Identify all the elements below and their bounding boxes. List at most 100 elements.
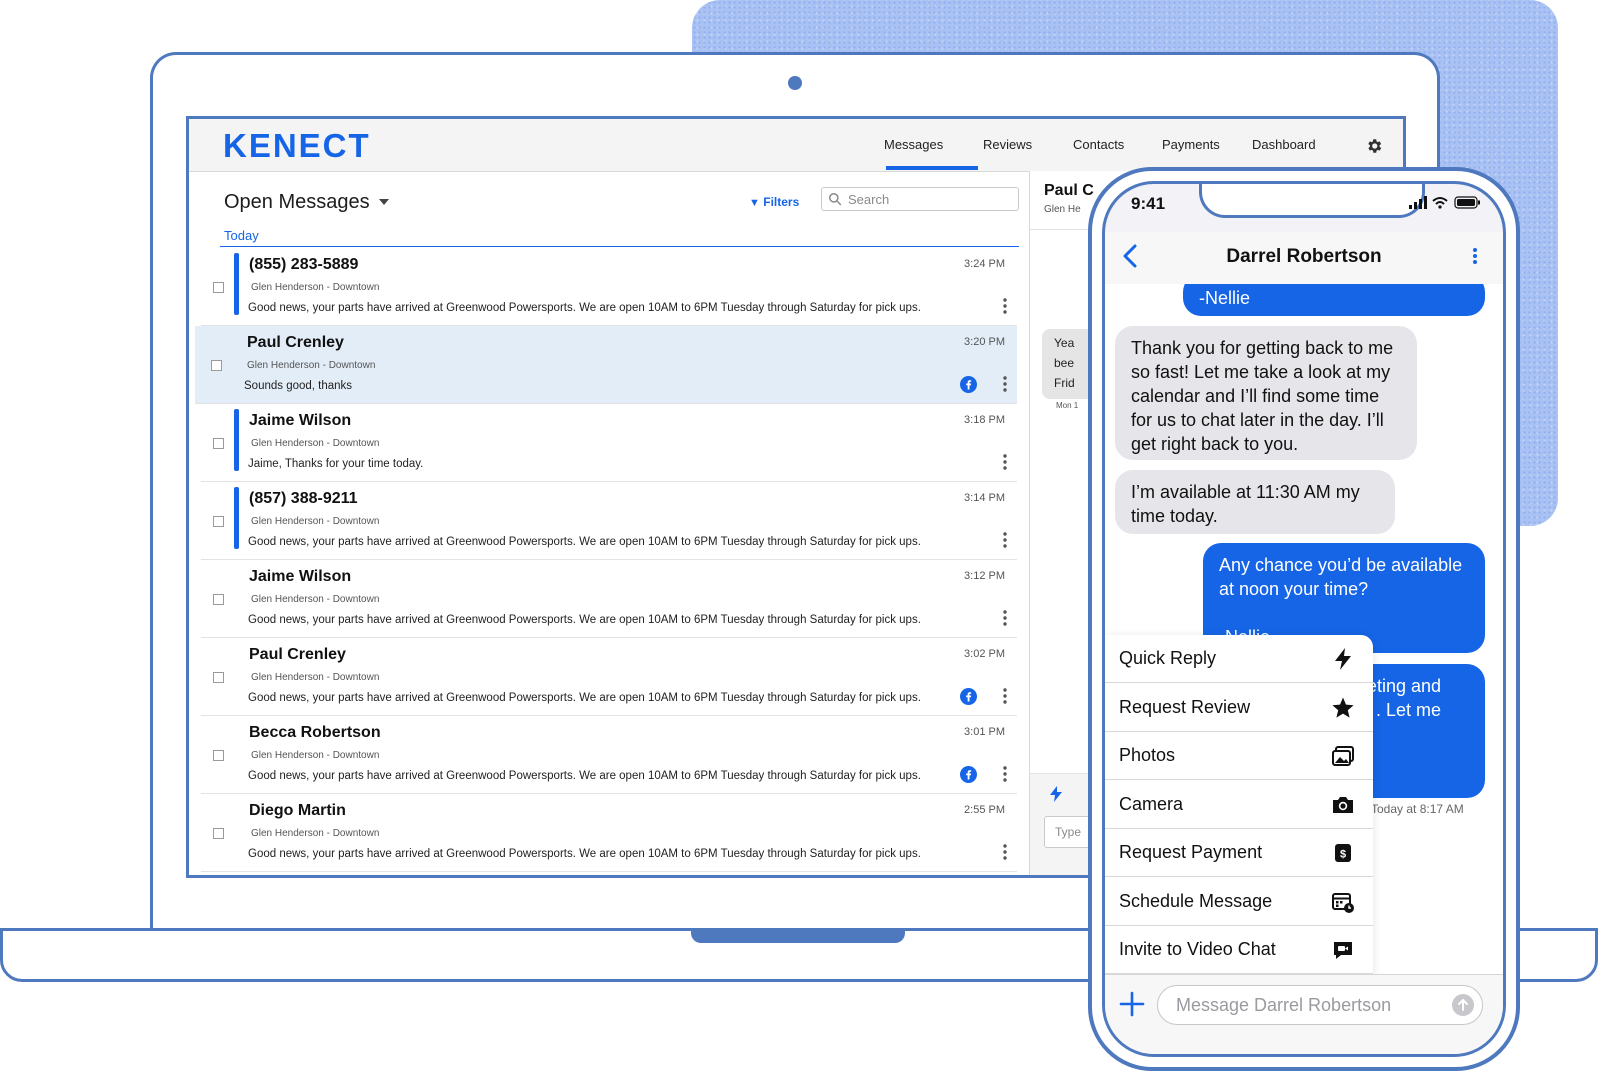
- menu-item-label: Camera: [1119, 793, 1184, 814]
- more-vertical-icon[interactable]: [1003, 688, 1007, 704]
- conversation-list: (855) 283-5889 Glen Henderson - Downtown G…: [189, 248, 1029, 872]
- chat-bubble-incoming: I’m available at 11:30 AM my time today.: [1115, 470, 1395, 534]
- conversation-row[interactable]: (855) 283-5889 Glen Henderson - Downtown G…: [201, 248, 1017, 326]
- menu-item-quick-reply[interactable]: Quick Reply: [1105, 635, 1373, 683]
- page-title[interactable]: Open Messages: [224, 191, 370, 214]
- plus-icon[interactable]: [1119, 991, 1145, 1017]
- chat-bubble-incoming: Thank you for getting back to me so fast…: [1115, 326, 1417, 460]
- conversation-row[interactable]: Diego Martin Glen Henderson - Downtown Goo…: [201, 794, 1017, 872]
- row-message-preview: Sounds good, thanks: [244, 380, 353, 392]
- menu-item-label: Quick Reply: [1119, 648, 1217, 668]
- conversation-row[interactable]: Jaime Wilson Glen Henderson - Downtown Goo…: [201, 560, 1017, 638]
- row-message-preview: Good news, your parts have arrived at Gr…: [248, 848, 921, 860]
- photos-icon: [1332, 746, 1354, 766]
- svg-text:$: $: [1340, 849, 1346, 861]
- row-time: 3:12 PM: [964, 570, 1005, 582]
- row-checkbox[interactable]: [213, 438, 224, 449]
- bubble-timestamp: Mon 1: [1056, 401, 1079, 410]
- row-checkbox[interactable]: [213, 750, 224, 761]
- conversation-row[interactable]: Jaime Wilson Glen Henderson - Downtown Jai…: [201, 404, 1017, 482]
- menu-item-request-review[interactable]: Request Review: [1105, 684, 1373, 732]
- top-nav-bar: KENECT Messages Reviews Contacts Payment…: [189, 119, 1403, 172]
- camera-icon: [1333, 796, 1353, 813]
- more-vertical-icon[interactable]: [1003, 376, 1007, 392]
- section-label-today: Today: [224, 228, 259, 243]
- row-location: Glen Henderson - Downtown: [251, 828, 380, 839]
- row-location: Glen Henderson - Downtown: [251, 282, 380, 293]
- phone-message-input[interactable]: Message Darrel Robertson: [1157, 985, 1483, 1025]
- unread-indicator: [234, 487, 239, 549]
- conversation-row[interactable]: Paul Crenley Glen Henderson - Downtown Sou…: [195, 326, 1017, 404]
- row-checkbox[interactable]: [213, 282, 224, 293]
- row-location: Glen Henderson - Downtown: [251, 516, 380, 527]
- menu-item-label: Invite to Video Chat: [1119, 939, 1276, 959]
- phone-screen: 9:41 Darrel Robertson -Nellie Thank you …: [1102, 181, 1506, 1057]
- row-time: 3:18 PM: [964, 414, 1005, 426]
- row-checkbox[interactable]: [213, 828, 224, 839]
- more-vertical-icon[interactable]: [1003, 766, 1007, 782]
- video-chat-icon: [1334, 942, 1352, 959]
- row-contact-name: Diego Martin: [249, 802, 346, 819]
- active-nav-indicator: [886, 166, 978, 170]
- kenect-logo[interactable]: KENECT: [223, 127, 371, 165]
- row-location: Glen Henderson - Downtown: [247, 360, 376, 371]
- row-time: 3:24 PM: [964, 258, 1005, 270]
- menu-item-photos[interactable]: Photos: [1105, 732, 1373, 780]
- filters-label: Filters: [763, 195, 800, 209]
- signal-icon: [1409, 196, 1427, 209]
- more-vertical-icon[interactable]: [1003, 454, 1007, 470]
- bolt-icon[interactable]: [1050, 786, 1062, 802]
- section-divider: [220, 246, 1019, 247]
- search-input[interactable]: Search: [821, 187, 1019, 211]
- row-location: Glen Henderson - Downtown: [251, 438, 380, 449]
- row-contact-name: (855) 283-5889: [249, 256, 359, 273]
- nav-reviews[interactable]: Reviews: [983, 137, 1032, 152]
- phone-contact-name: Darrel Robertson: [1226, 246, 1382, 267]
- nav-payments[interactable]: Payments: [1162, 137, 1220, 152]
- quick-actions-menu: Quick Reply Request Review Photos Camera…: [1105, 635, 1373, 974]
- more-vertical-icon[interactable]: [1003, 844, 1007, 860]
- row-time: 3:01 PM: [964, 726, 1005, 738]
- menu-item-label: Schedule Message: [1119, 890, 1273, 911]
- facebook-icon: [960, 766, 977, 783]
- more-vertical-icon[interactable]: [1003, 610, 1007, 626]
- more-vertical-icon[interactable]: [1473, 248, 1477, 264]
- bolt-icon: [1335, 648, 1351, 670]
- row-checkbox[interactable]: [213, 516, 224, 527]
- row-location: Glen Henderson - Downtown: [251, 750, 380, 761]
- more-vertical-icon[interactable]: [1003, 298, 1007, 314]
- row-checkbox[interactable]: [211, 360, 222, 371]
- nav-messages[interactable]: Messages: [884, 137, 943, 152]
- conversation-row[interactable]: (857) 388-9211 Glen Henderson - Downtown G…: [201, 482, 1017, 560]
- nav-dashboard[interactable]: Dashboard: [1252, 137, 1316, 152]
- row-message-preview: Good news, your parts have arrived at Gr…: [248, 302, 921, 314]
- menu-item-schedule-message[interactable]: Schedule Message: [1105, 878, 1373, 926]
- menu-item-camera[interactable]: Camera: [1105, 781, 1373, 829]
- bubble-text: Thank you for getting back to me so fast…: [1131, 338, 1394, 454]
- conversation-row[interactable]: Becca Robertson Glen Henderson - Downtown…: [201, 716, 1017, 794]
- send-arrow-icon[interactable]: [1452, 994, 1474, 1016]
- message-timestamp: Today at 8:17 AM: [1371, 802, 1464, 816]
- menu-item-request-payment[interactable]: Request Payment $: [1105, 829, 1373, 877]
- nav-contacts[interactable]: Contacts: [1073, 137, 1124, 152]
- row-checkbox[interactable]: [213, 594, 224, 605]
- filter-icon: ▼: [749, 197, 760, 209]
- menu-item-invite-to-video-chat[interactable]: Invite to Video Chat: [1105, 926, 1373, 974]
- phone-message-placeholder: Message Darrel Robertson: [1176, 995, 1392, 1015]
- row-contact-name: Jaime Wilson: [249, 412, 352, 429]
- row-message-preview: Good news, your parts have arrived at Gr…: [248, 770, 921, 782]
- battery-icon: [1454, 196, 1480, 209]
- menu-item-label: Request Payment: [1119, 842, 1263, 862]
- row-contact-name: Jaime Wilson: [249, 568, 352, 585]
- bubble-text: Any chance you’d be available at noon yo…: [1219, 555, 1463, 647]
- row-time: 3:02 PM: [964, 648, 1005, 660]
- more-vertical-icon[interactable]: [1003, 532, 1007, 548]
- chevron-down-icon[interactable]: [379, 199, 389, 205]
- row-contact-name: Paul Crenley: [247, 334, 344, 351]
- row-contact-name: Becca Robertson: [249, 724, 381, 741]
- filters-button[interactable]: ▼ Filters: [749, 195, 799, 209]
- row-checkbox[interactable]: [213, 672, 224, 683]
- wifi-icon: [1432, 197, 1448, 209]
- gear-icon[interactable]: [1365, 137, 1383, 155]
- conversation-row[interactable]: Paul Crenley Glen Henderson - Downtown Goo…: [201, 638, 1017, 716]
